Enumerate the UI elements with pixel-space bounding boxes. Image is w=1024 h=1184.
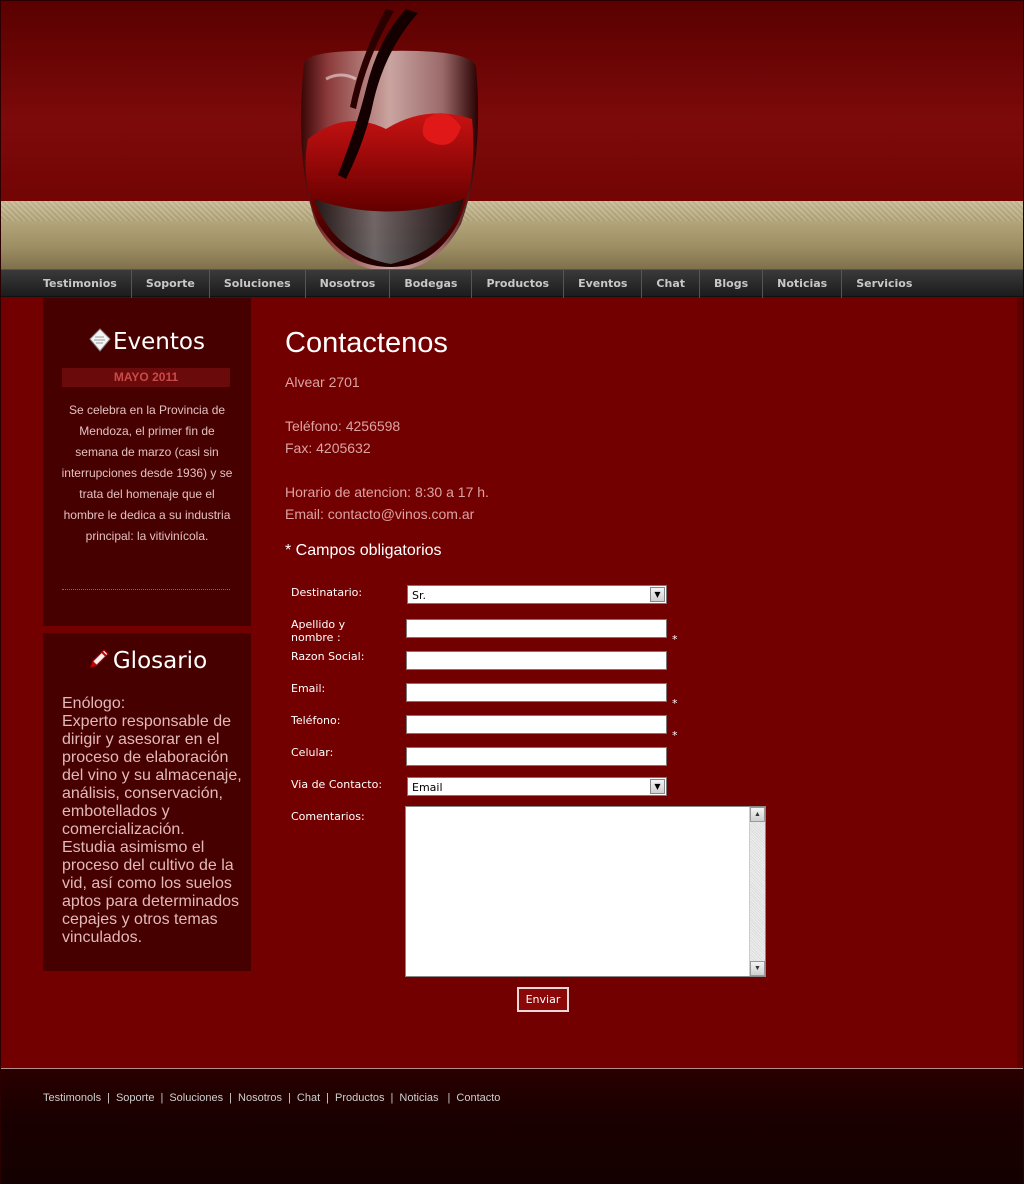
phone-text: Teléfono: 4256598 [285,418,401,434]
comentarios-label: Comentarios: [291,810,365,823]
footer-link-productos[interactable]: Productos [335,1092,385,1104]
apellido-input[interactable] [406,619,667,638]
razon-social-label: Razon Social: [291,650,365,663]
celular-label: Celular: [291,746,334,759]
nav-item-soluciones[interactable]: Soluciones [210,270,306,298]
glosario-text: Experto responsable de dirigir y asesora… [62,713,242,946]
eventos-heading: Eventos [43,328,251,358]
glosario-definition: Enólogo: Experto responsable de dirigir … [62,695,242,947]
glosario-term: Enólogo: [62,695,126,712]
textarea-scrollbar[interactable]: ▲ ▼ [749,807,765,976]
razon-social-input[interactable] [406,651,667,670]
destinatario-label: Destinatario: [291,586,363,599]
footer-separator: | [326,1092,330,1104]
glosario-heading: Glosario [43,647,251,677]
footer-separator: | [288,1092,291,1104]
footer-link-soporte[interactable]: Soporte [116,1092,155,1104]
footer-separator: | [229,1092,233,1104]
footer-link-chat[interactable]: Chat [297,1092,320,1104]
nav-item-chat[interactable]: Chat [642,270,701,298]
document-icon [89,328,111,358]
glosario-box: Glosario Enólogo: Experto responsable de… [43,633,251,971]
footer-links: Testimonols | Soporte | Soluciones | Nosotros |… [43,1092,500,1104]
nav-item-eventos[interactable]: Eventos [564,270,643,298]
address-text: Alvear 2701 [285,374,360,390]
telefono-input[interactable] [406,715,667,734]
scroll-down-icon[interactable]: ▼ [750,961,765,976]
via-contacto-select[interactable]: Email ▼ [407,777,667,796]
via-contacto-value: Email [412,781,443,794]
footer-link-nosotros[interactable]: Nosotros [238,1092,282,1104]
required-mark: * [672,697,678,710]
footer-link-soluciones[interactable]: Soluciones [169,1092,223,1104]
chevron-down-icon[interactable]: ▼ [650,587,665,602]
nav-item-servicios[interactable]: Servicios [842,270,926,298]
nav-item-blogs[interactable]: Blogs [700,270,764,298]
wine-glass-image [300,9,479,269]
scroll-up-icon[interactable]: ▲ [750,807,765,822]
eventos-title: Eventos [113,329,205,355]
footer-link-noticias[interactable]: Noticias [399,1092,438,1104]
eventos-box: Eventos MAYO 2011 Se celebra en la Provi… [43,298,251,626]
nav-item-soporte[interactable]: Soporte [132,270,210,298]
nav-item-productos[interactable]: Productos [472,270,565,298]
pencil-icon [87,647,111,677]
submit-button[interactable]: Enviar [517,987,569,1012]
divider [62,589,230,590]
main-nav: Testimonios Soporte Soluciones Nosotros … [1,269,1023,298]
required-mark: * [672,729,678,742]
header-band [1,201,1023,269]
footer-link-contacto[interactable]: Contacto [456,1092,500,1104]
email-text: Email: contacto@vinos.com.ar [285,506,475,522]
email-label: Email: [291,682,326,695]
required-mark: * [672,633,678,646]
via-contacto-label: Via de Contacto: [291,778,383,791]
footer-separator: | [447,1092,451,1104]
nav-item-noticias[interactable]: Noticias [763,270,843,298]
footer-separator: | [107,1092,110,1104]
email-input[interactable] [406,683,667,702]
destinatario-value: Sr. [412,589,426,602]
eventos-month: MAYO 2011 [62,368,230,387]
footer-separator: | [390,1092,394,1104]
nav-item-bodegas[interactable]: Bodegas [390,270,473,298]
destinatario-select[interactable]: Sr. ▼ [407,585,667,604]
telefono-label: Teléfono: [291,714,341,727]
celular-input[interactable] [406,747,667,766]
page-title: Contactenos [285,327,448,359]
apellido-label: Apellido y nombre : [291,618,346,644]
fax-text: Fax: 4205632 [285,440,371,456]
chevron-down-icon[interactable]: ▼ [650,779,665,794]
footer-link-testimonios[interactable]: Testimonols [43,1092,101,1104]
footer-separator: | [160,1092,164,1104]
header-banner [1,1,1023,269]
glosario-title: Glosario [112,648,208,674]
comentarios-textarea[interactable]: ▲ ▼ [405,806,766,977]
eventos-description: Se celebra en la Provincia de Mendoza, e… [61,403,233,543]
footer: Testimonols | Soporte | Soluciones | Nosotros |… [1,1068,1023,1184]
hours-text: Horario de atencion: 8:30 a 17 h. [285,484,489,500]
nav-item-nosotros[interactable]: Nosotros [306,270,391,298]
required-note: * Campos obligatorios [285,542,442,559]
nav-item-testimonios[interactable]: Testimonios [29,270,132,298]
